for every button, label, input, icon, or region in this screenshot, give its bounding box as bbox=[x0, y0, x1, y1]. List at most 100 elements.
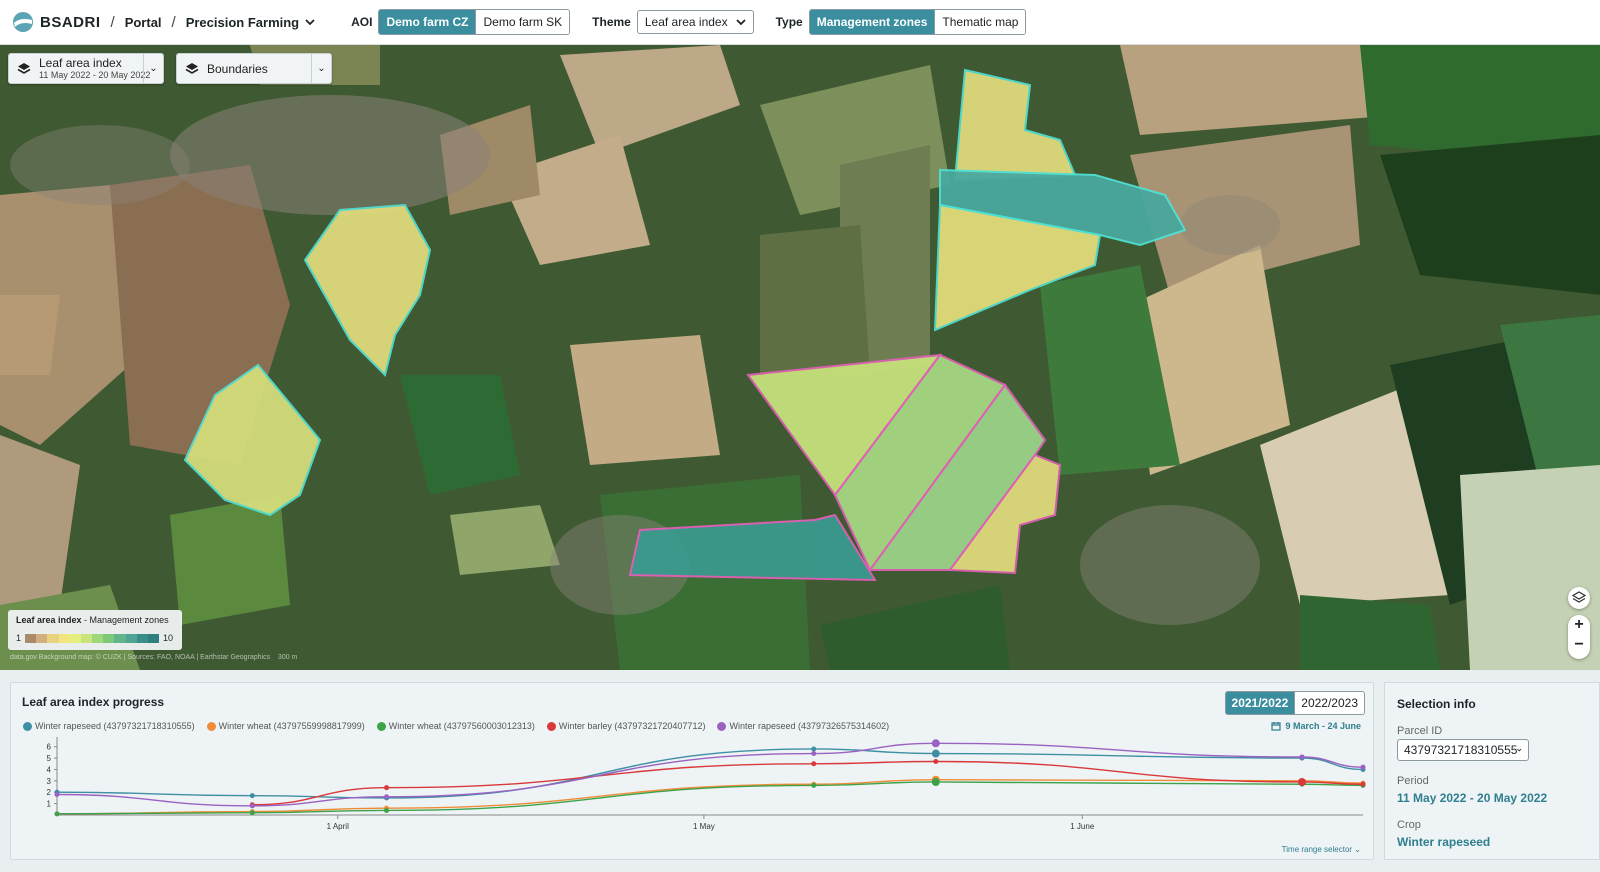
theme-label: Theme bbox=[592, 15, 631, 29]
chevron-down-icon: ⌄ bbox=[311, 54, 331, 83]
parcel-id-select[interactable]: 43797321718310555 bbox=[1397, 739, 1529, 761]
top-bar: BSADRI / Portal / Precision Farming AOI … bbox=[0, 0, 1600, 45]
basemap-layers-button[interactable] bbox=[1568, 587, 1590, 609]
legend-label: Winter wheat (43797560003012313) bbox=[388, 721, 535, 731]
data-point bbox=[1297, 777, 1306, 786]
selection-info-panel: Selection info Parcel ID 437973217183105… bbox=[1384, 682, 1600, 860]
parcel-id-value: 43797321718310555 bbox=[1404, 743, 1518, 757]
breadcrumb-separator: / bbox=[171, 13, 176, 31]
type-toggle: Management zones Thematic map bbox=[808, 9, 1027, 35]
data-point bbox=[1360, 764, 1366, 770]
legend-swatch bbox=[58, 633, 70, 643]
zoom-control: + − bbox=[1568, 615, 1590, 659]
theme-select[interactable]: Leaf area index bbox=[636, 10, 754, 34]
chart-legend: Winter rapeseed (43797321718310555) Winte… bbox=[23, 721, 889, 731]
aoi-toggle: Demo farm CZ Demo farm SK bbox=[378, 9, 571, 35]
app-dropdown[interactable]: Precision Farming bbox=[186, 15, 315, 30]
x-tick-label: 1 June bbox=[1070, 822, 1095, 831]
legend-dot bbox=[206, 721, 216, 731]
data-point bbox=[931, 777, 940, 786]
aoi-option-demo-farm-sk[interactable]: Demo farm SK bbox=[475, 10, 570, 34]
brand-logo[interactable]: BSADRI bbox=[12, 11, 101, 33]
legend-item[interactable]: Winter wheat (43797560003012313) bbox=[376, 721, 535, 731]
data-point bbox=[249, 793, 255, 799]
legend-swatch bbox=[47, 633, 59, 643]
type-option-management-zones[interactable]: Management zones bbox=[809, 10, 935, 34]
legend-item[interactable]: Winter rapeseed (43797326575314602) bbox=[717, 721, 889, 731]
legend-item[interactable]: Winter barley (43797321720407712) bbox=[546, 721, 706, 731]
legend-swatch bbox=[36, 633, 48, 643]
crop-value: Winter rapeseed bbox=[1397, 835, 1491, 849]
y-tick-label: 1 bbox=[47, 800, 52, 809]
globe-logo-icon bbox=[13, 12, 33, 32]
layer-selector-boundaries[interactable]: Boundaries ⌄ bbox=[176, 53, 332, 84]
y-tick-label: 3 bbox=[47, 777, 52, 786]
type-label: Type bbox=[775, 15, 803, 29]
x-tick-label: 1 May bbox=[693, 822, 715, 831]
legend-item[interactable]: Winter wheat (43797559998817999) bbox=[206, 721, 365, 731]
chart-title: Leaf area index progress bbox=[22, 695, 165, 709]
legend-color-ramp bbox=[25, 633, 160, 643]
breadcrumb-portal[interactable]: Portal bbox=[125, 15, 162, 30]
lai-progress-panel: Leaf area index progress 2021/2022 2022/… bbox=[10, 682, 1374, 860]
map-view[interactable]: Leaf area index 11 May 2022 - 20 May 202… bbox=[0, 45, 1600, 670]
layer-selector-leaf-area-index[interactable]: Leaf area index 11 May 2022 - 20 May 202… bbox=[8, 53, 164, 84]
legend-label: Winter barley (43797321720407712) bbox=[558, 721, 706, 731]
legend-swatch bbox=[92, 633, 104, 643]
y-tick-label: 5 bbox=[47, 754, 52, 763]
season-2021-2022[interactable]: 2021/2022 bbox=[1225, 692, 1295, 714]
legend-swatch bbox=[114, 633, 126, 643]
type-option-thematic-map[interactable]: Thematic map bbox=[934, 10, 1026, 34]
calendar-icon bbox=[1271, 722, 1282, 731]
chevron-down-icon bbox=[1517, 748, 1522, 752]
data-point bbox=[931, 739, 940, 748]
data-point bbox=[811, 782, 817, 788]
data-point bbox=[249, 810, 255, 816]
legend-swatch bbox=[80, 633, 93, 643]
crop-label: Crop bbox=[1397, 819, 1421, 831]
legend-item[interactable]: Winter rapeseed (43797321718310555) bbox=[23, 721, 195, 731]
period-label: Period bbox=[1397, 775, 1429, 787]
aoi-option-demo-farm-cz[interactable]: Demo farm CZ bbox=[379, 10, 476, 34]
legend-swatch bbox=[69, 633, 81, 643]
data-point bbox=[249, 803, 255, 809]
breadcrumb-separator: / bbox=[110, 13, 115, 31]
y-tick-label: 2 bbox=[47, 788, 52, 797]
legend-swatch bbox=[147, 633, 160, 643]
zoom-out-button[interactable]: − bbox=[1574, 635, 1583, 655]
zoom-in-button[interactable]: + bbox=[1574, 615, 1583, 635]
time-range-selector[interactable]: Time range selector ⌄ bbox=[1282, 845, 1361, 854]
legend-min: 1 bbox=[16, 633, 22, 643]
legend-dot bbox=[717, 721, 727, 731]
boundaries-label: Boundaries bbox=[207, 61, 268, 76]
data-point bbox=[1360, 781, 1366, 787]
lai-line-chart: 1 2 3 4 5 6 1 April 1 May 1 June bbox=[47, 737, 1366, 831]
chevron-down-icon bbox=[305, 19, 315, 26]
data-point bbox=[1299, 754, 1305, 760]
layer-dates: 11 May 2022 - 20 May 2022 bbox=[39, 69, 151, 80]
y-tick-label: 6 bbox=[47, 743, 52, 752]
season-toggle: 2021/2022 2022/2023 bbox=[1224, 691, 1365, 715]
map-legend: Leaf area index - Management zones 1 10 bbox=[8, 610, 182, 650]
legend-title: Leaf area index bbox=[16, 615, 82, 625]
scale-bar: 300 m bbox=[277, 654, 298, 661]
legend-label: Winter rapeseed (43797321718310555) bbox=[35, 721, 195, 731]
layer-title: Leaf area index bbox=[39, 55, 122, 70]
date-range[interactable]: 9 March - 24 June bbox=[1271, 721, 1361, 731]
data-point bbox=[384, 794, 390, 800]
legend-swatch bbox=[136, 633, 148, 643]
legend-swatch bbox=[25, 633, 37, 643]
data-point bbox=[811, 746, 817, 752]
layers-icon bbox=[17, 62, 31, 74]
satellite-basemap bbox=[0, 45, 1600, 670]
map-attribution: data.gov Background map: © CUZK | Source… bbox=[10, 654, 298, 661]
data-point bbox=[54, 811, 60, 817]
aoi-label: AOI bbox=[351, 15, 373, 29]
legend-swatch bbox=[103, 633, 115, 643]
legend-dot bbox=[546, 721, 556, 731]
legend-dot bbox=[376, 721, 386, 731]
data-point bbox=[811, 761, 817, 767]
season-2022-2023[interactable]: 2022/2023 bbox=[1294, 692, 1364, 714]
layers-icon bbox=[185, 62, 199, 74]
theme-select-value: Leaf area index bbox=[644, 15, 728, 29]
